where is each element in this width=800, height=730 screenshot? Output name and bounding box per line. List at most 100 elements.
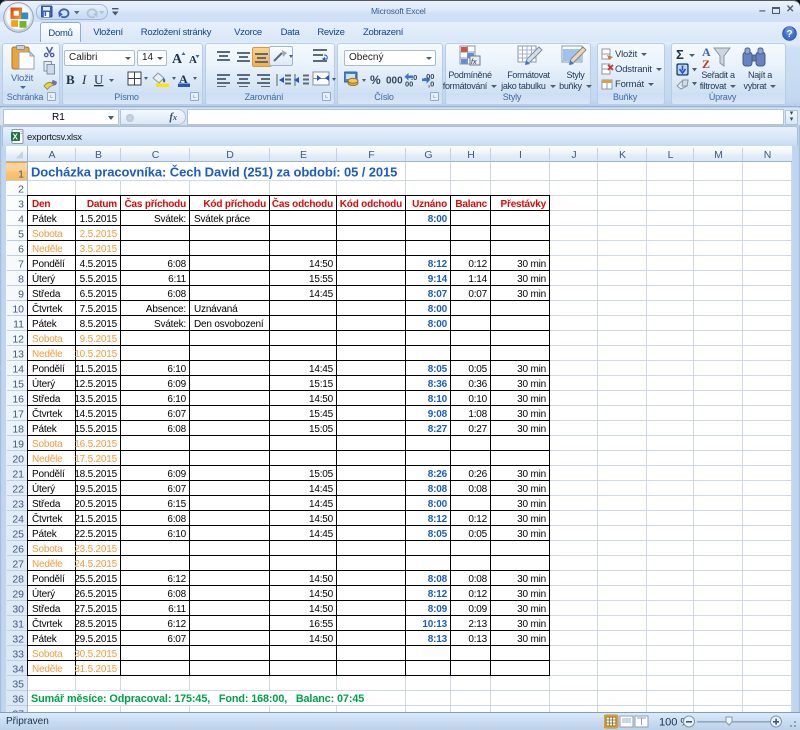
svg-text:1.5.2015: 1.5.2015 bbox=[80, 214, 118, 225]
svg-text:8: 8 bbox=[18, 274, 24, 286]
svg-text:6:10: 6:10 bbox=[167, 364, 186, 375]
svg-text:6:08: 6:08 bbox=[167, 514, 186, 525]
svg-text:1:08: 1:08 bbox=[468, 409, 487, 420]
svg-text:8.5.2015: 8.5.2015 bbox=[80, 319, 118, 330]
svg-text:17: 17 bbox=[12, 409, 24, 421]
svg-text:Docházka pracovníka: Čech Davi: Docházka pracovníka: Čech David (251) za… bbox=[31, 165, 397, 180]
svg-text:8:12: 8:12 bbox=[428, 259, 448, 270]
svg-text:6:12: 6:12 bbox=[167, 574, 186, 585]
svg-text:0:27: 0:27 bbox=[468, 424, 487, 435]
svg-text:29: 29 bbox=[12, 589, 24, 601]
svg-text:26: 26 bbox=[12, 544, 24, 556]
svg-text:Úterý: Úterý bbox=[32, 377, 55, 390]
svg-text:Středa: Středa bbox=[32, 289, 61, 300]
svg-text:I: I bbox=[519, 149, 522, 161]
svg-text:4.5.2015: 4.5.2015 bbox=[80, 259, 118, 270]
svg-text:30 min: 30 min bbox=[517, 274, 546, 285]
svg-text:0:12: 0:12 bbox=[468, 514, 487, 525]
svg-text:B: B bbox=[66, 72, 75, 87]
svg-text:Úterý: Úterý bbox=[32, 272, 55, 285]
svg-text:24.5.2015: 24.5.2015 bbox=[74, 559, 117, 570]
svg-text:1: 1 bbox=[18, 169, 24, 181]
svg-text:8:00: 8:00 bbox=[428, 499, 448, 510]
svg-text:10.5.2015: 10.5.2015 bbox=[74, 349, 117, 360]
svg-text:8:36: 8:36 bbox=[428, 379, 448, 390]
svg-text:Uznávaná: Uznávaná bbox=[194, 304, 238, 315]
svg-text:M: M bbox=[714, 149, 723, 161]
svg-text:Úterý: Úterý bbox=[32, 587, 55, 600]
svg-text:14:45: 14:45 bbox=[309, 484, 334, 495]
svg-text:8:13: 8:13 bbox=[428, 634, 448, 645]
svg-text:H: H bbox=[467, 149, 475, 161]
svg-text:I: I bbox=[81, 72, 87, 87]
svg-text:6.5.2015: 6.5.2015 bbox=[80, 289, 118, 300]
svg-text:Sobota: Sobota bbox=[32, 649, 63, 660]
svg-text:17.5.2015: 17.5.2015 bbox=[74, 454, 117, 465]
svg-text:B: B bbox=[95, 149, 102, 161]
svg-text:30 min: 30 min bbox=[517, 409, 546, 420]
svg-text:13.5.2015: 13.5.2015 bbox=[74, 394, 117, 405]
svg-text:6: 6 bbox=[18, 244, 24, 256]
svg-text:00: 00 bbox=[405, 80, 413, 89]
svg-text:2:13: 2:13 bbox=[468, 619, 487, 630]
svg-text:10: 10 bbox=[12, 304, 24, 316]
svg-text:8:00: 8:00 bbox=[428, 319, 448, 330]
svg-text:6:11: 6:11 bbox=[168, 274, 187, 285]
svg-text:14:50: 14:50 bbox=[309, 514, 334, 525]
svg-text:Pátek: Pátek bbox=[32, 634, 58, 645]
svg-text:K: K bbox=[619, 149, 626, 161]
svg-text:N: N bbox=[764, 149, 772, 161]
svg-text:Svátek práce: Svátek práce bbox=[194, 214, 251, 225]
svg-text:Pátek: Pátek bbox=[32, 424, 58, 435]
svg-text:30 min: 30 min bbox=[517, 289, 546, 300]
svg-text:D: D bbox=[226, 149, 234, 161]
svg-text:Den osvobození: Den osvobození bbox=[194, 319, 264, 330]
svg-text:6:15: 6:15 bbox=[167, 499, 186, 510]
svg-text:16:55: 16:55 bbox=[309, 619, 334, 630]
svg-text:25.5.2015: 25.5.2015 bbox=[74, 574, 117, 585]
svg-text:19.5.2015: 19.5.2015 bbox=[74, 484, 117, 495]
svg-text:Datum: Datum bbox=[87, 199, 117, 210]
svg-text:24: 24 bbox=[12, 514, 24, 526]
svg-text:18: 18 bbox=[12, 424, 24, 436]
svg-text:6:07: 6:07 bbox=[167, 409, 186, 420]
svg-text:30 min: 30 min bbox=[517, 634, 546, 645]
svg-text:0:05: 0:05 bbox=[468, 364, 487, 375]
svg-text:E: E bbox=[300, 149, 307, 161]
svg-text:10:13: 10:13 bbox=[422, 619, 447, 630]
svg-text:4: 4 bbox=[18, 214, 24, 226]
svg-text:0:26: 0:26 bbox=[468, 469, 487, 480]
svg-text:A: A bbox=[172, 52, 183, 67]
svg-text:Sumář měsíce: Odpracoval: 175:: Sumář měsíce: Odpracoval: 175:45, Fond: … bbox=[31, 693, 364, 705]
svg-text:Středa: Středa bbox=[32, 604, 61, 615]
svg-text:30 min: 30 min bbox=[517, 604, 546, 615]
svg-text:Pondělí: Pondělí bbox=[32, 469, 65, 480]
svg-text:15:55: 15:55 bbox=[309, 274, 334, 285]
svg-text:30 min: 30 min bbox=[517, 514, 546, 525]
svg-text:000: 000 bbox=[386, 76, 403, 87]
svg-text:20.5.2015: 20.5.2015 bbox=[74, 499, 117, 510]
svg-text:Neděle: Neděle bbox=[32, 559, 63, 570]
svg-text:5: 5 bbox=[18, 229, 24, 241]
svg-text:25: 25 bbox=[12, 529, 24, 541]
svg-text:14:45: 14:45 bbox=[309, 289, 334, 300]
svg-text:Svátek:: Svátek: bbox=[154, 319, 186, 330]
svg-text:Čtvrtek: Čtvrtek bbox=[32, 617, 63, 630]
svg-text:Neděle: Neděle bbox=[32, 454, 63, 465]
svg-text:18.5.2015: 18.5.2015 bbox=[74, 469, 117, 480]
svg-text:30 min: 30 min bbox=[517, 364, 546, 375]
svg-text:31.5.2015: 31.5.2015 bbox=[74, 664, 117, 675]
svg-text:,0: ,0 bbox=[428, 80, 434, 89]
svg-text:0:08: 0:08 bbox=[468, 484, 487, 495]
svg-text:Čtvrtek: Čtvrtek bbox=[32, 512, 63, 525]
svg-text:6:10: 6:10 bbox=[167, 394, 186, 405]
svg-text:28: 28 bbox=[12, 574, 24, 586]
svg-text:U: U bbox=[94, 72, 104, 87]
svg-text:20: 20 bbox=[12, 454, 24, 466]
svg-text:Sobota: Sobota bbox=[32, 334, 63, 345]
svg-text:0:12: 0:12 bbox=[468, 259, 487, 270]
svg-text:0:36: 0:36 bbox=[468, 379, 487, 390]
svg-text:9.5.2015: 9.5.2015 bbox=[80, 334, 118, 345]
svg-text:23: 23 bbox=[12, 499, 24, 511]
svg-text:12: 12 bbox=[12, 334, 24, 346]
